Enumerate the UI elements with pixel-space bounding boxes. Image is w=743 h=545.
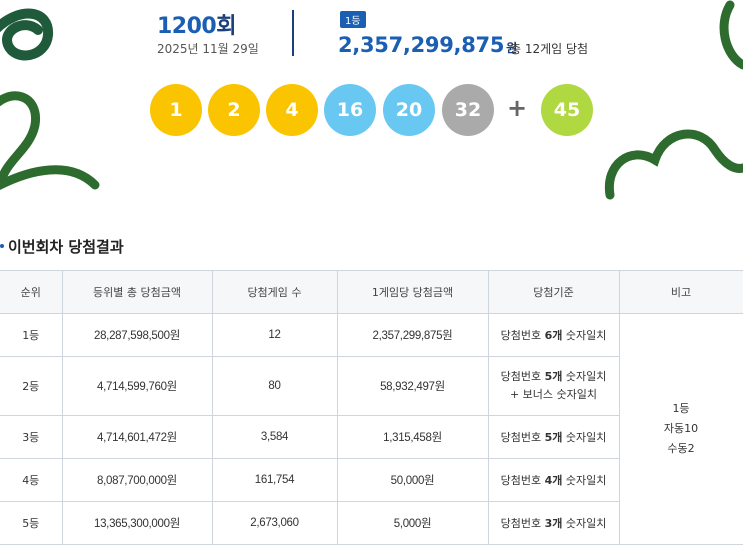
criteria-text: 당첨번호: [500, 431, 545, 444]
rank-badge: 1등: [340, 11, 366, 28]
criteria-text: 숫자일치: [562, 431, 607, 444]
criteria-count: 5개: [544, 370, 563, 383]
criteria-text: 당첨번호: [500, 370, 545, 383]
game-count-cell: 161,754: [211, 458, 338, 502]
rank-cell: 3등: [0, 415, 63, 459]
total-amount-cell: 4,714,601,472원: [61, 415, 213, 459]
round-number: 1200회: [157, 8, 236, 40]
rank-cell: 5등: [0, 501, 63, 545]
bonus-ball: 45: [541, 84, 593, 136]
plus-sign: +: [507, 94, 528, 122]
criteria-text: 숫자일치: [562, 329, 607, 342]
criteria-text: 숫자일치: [562, 370, 607, 383]
game-count-cell: 3,584: [211, 415, 338, 459]
criteria-cell: 당첨번호 3개 숫자일치: [487, 501, 620, 545]
criteria-text: 숫자일치: [562, 517, 607, 530]
rank-cell: 2등: [0, 356, 63, 416]
game-count-cell: 12: [211, 313, 338, 357]
round-number-value: 1200: [157, 14, 217, 39]
table-header-row: 순위 등위별 총 당첨금액 당첨게임 수 1게임당 당첨금액 당첨기준 비고: [0, 270, 743, 314]
results-table: 순위 등위별 총 당첨금액 당첨게임 수 1게임당 당첨금액 당첨기준 비고 1…: [0, 270, 743, 545]
first-prize-value: 2,357,299,875: [338, 33, 505, 57]
number-ball: 20: [383, 84, 435, 136]
per-game-amount-cell: 1,315,458원: [336, 415, 489, 459]
criteria-bonus-line: + 보너스 숫자일치: [509, 388, 598, 401]
criteria-cell: 당첨번호 5개 숫자일치: [487, 415, 620, 459]
number-ball: 32: [442, 84, 494, 136]
note-line: 1등: [672, 402, 690, 415]
section-title: 이번회차 당첨결과: [0, 238, 124, 256]
criteria-cell: 당첨번호 4개 숫자일치: [487, 458, 620, 502]
column-header: 비고: [618, 270, 743, 314]
rank-cell: 1등: [0, 313, 63, 357]
number-ball: 2: [208, 84, 260, 136]
total-amount-cell: 8,087,700,000원: [61, 458, 213, 502]
column-header: 등위별 총 당첨금액: [61, 270, 213, 314]
draw-date: 2025년 11월 29일: [157, 42, 259, 56]
criteria-count: 6개: [544, 329, 563, 342]
table-row: 1등 28,287,598,500원 12 2,357,299,875원 당첨번…: [0, 313, 743, 545]
criteria-count: 3개: [544, 517, 563, 530]
number-ball: 4: [266, 84, 318, 136]
per-game-amount-cell: 50,000원: [336, 458, 489, 502]
total-amount-cell: 13,365,300,000원: [61, 501, 213, 545]
criteria-cell: 당첨번호 5개 숫자일치 + 보너스 숫자일치: [487, 356, 620, 416]
game-count-cell: 2,673,060: [211, 501, 338, 545]
first-prize-amount: 2,357,299,875 원: [338, 33, 517, 57]
header-divider: [292, 10, 294, 56]
criteria-text: 당첨번호: [500, 517, 545, 530]
per-game-amount-cell: 2,357,299,875원: [336, 313, 489, 357]
criteria-text: 당첨번호: [500, 474, 545, 487]
note-cell: 1등 자동10 수동2: [618, 313, 743, 545]
criteria-text: 숫자일치: [562, 474, 607, 487]
rank-cell: 4등: [0, 458, 63, 502]
number-ball: 16: [324, 84, 376, 136]
per-game-amount-cell: 58,932,497원: [336, 356, 489, 416]
column-header: 1게임당 당첨금액: [336, 270, 489, 314]
note-line: 자동10: [663, 422, 699, 435]
column-header: 당첨기준: [487, 270, 620, 314]
total-amount-cell: 28,287,598,500원: [61, 313, 213, 357]
criteria-cell: 당첨번호 6개 숫자일치: [487, 313, 620, 357]
criteria-count: 4개: [544, 474, 563, 487]
criteria-text: 당첨번호: [500, 329, 545, 342]
decoration-left-swirl: [0, 8, 100, 191]
column-header: 당첨게임 수: [211, 270, 338, 314]
criteria-count: 5개: [544, 431, 563, 444]
column-header: 순위: [0, 270, 63, 314]
note-line: 수동2: [667, 442, 695, 455]
game-count-cell: 80: [211, 356, 338, 416]
winner-count-note: 총 12게임 당첨: [510, 42, 589, 56]
decoration-right-swirl: [604, 0, 743, 200]
total-amount-cell: 4,714,599,760원: [61, 356, 213, 416]
per-game-amount-cell: 5,000원: [336, 501, 489, 545]
round-unit: 회: [216, 14, 236, 39]
number-ball: 1: [150, 84, 202, 136]
